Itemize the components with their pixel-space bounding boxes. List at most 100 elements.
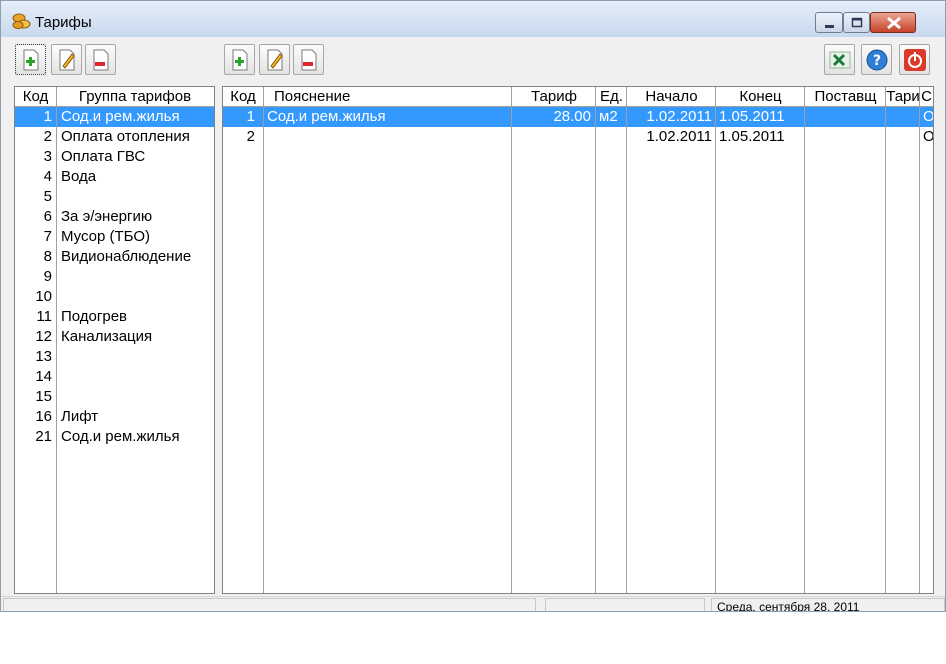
close-button[interactable] [870, 12, 916, 33]
group-code-cell[interactable]: 10 [15, 287, 52, 307]
title-bar[interactable]: Тарифы [1, 1, 945, 37]
tariff-description-cell[interactable]: Сод.и рем.жилья [264, 107, 510, 127]
tariffs-table[interactable]: Код Пояснение Тариф Ед. Начало Конец Пос… [222, 86, 934, 594]
close-icon [887, 16, 901, 30]
window-title: Тарифы [35, 14, 92, 31]
column-header-extra[interactable]: С [920, 87, 933, 107]
tariff-extra-cell[interactable]: О [920, 127, 933, 147]
coins-icon [12, 13, 31, 30]
column-header-start[interactable]: Начало [627, 87, 716, 107]
help-button[interactable]: ? [861, 44, 892, 75]
column-header-tariff[interactable]: Тариф [512, 87, 596, 107]
group-code-cell[interactable]: 2 [15, 127, 52, 147]
tariff-start-cell[interactable]: 1.02.2011 [627, 107, 712, 127]
group-code-cell[interactable]: 12 [15, 327, 52, 347]
status-panel [3, 598, 536, 611]
tariff-description-cell[interactable] [264, 127, 510, 147]
group-name-cell[interactable]: Сод.и рем.жилья [58, 427, 214, 447]
column-header-supplier[interactable]: Поставщ [805, 87, 886, 107]
column-header-code[interactable]: Код [15, 87, 56, 107]
group-name-cell[interactable] [58, 347, 214, 367]
group-name-cell[interactable]: Канализация [58, 327, 214, 347]
tariff-supplier-cell[interactable] [805, 127, 885, 147]
status-bar: Среда, сентября 28, 2011 [1, 596, 945, 611]
group-code-cell[interactable]: 9 [15, 267, 52, 287]
group-name-cell[interactable] [58, 287, 214, 307]
group-name-cell[interactable]: Видионаблюдение [58, 247, 214, 267]
edit-tariff-button[interactable] [259, 44, 290, 75]
add-tariff-button[interactable] [224, 44, 255, 75]
group-code-cell[interactable]: 5 [15, 187, 52, 207]
edit-group-button[interactable] [51, 44, 82, 75]
group-name-cell[interactable]: Вода [58, 167, 214, 187]
group-name-cell[interactable] [58, 267, 214, 287]
groups-table[interactable]: Код Группа тарифов 1 Сод.и рем.жилья 2 Опла… [14, 86, 215, 594]
maximize-icon [851, 17, 863, 28]
tariff-code-cell[interactable]: 1 [223, 107, 255, 127]
tariff-type-cell[interactable] [886, 127, 919, 147]
group-name-cell[interactable]: Подогрев [58, 307, 214, 327]
maximize-button[interactable] [843, 12, 870, 33]
group-code-cell[interactable]: 16 [15, 407, 52, 427]
tariff-end-cell[interactable]: 1.05.2011 [716, 107, 798, 127]
tariff-start-cell[interactable]: 1.02.2011 [627, 127, 712, 147]
svg-text:?: ? [873, 53, 881, 69]
group-code-cell[interactable]: 8 [15, 247, 52, 267]
column-divider [595, 87, 596, 593]
power-icon [904, 49, 926, 71]
group-name-cell[interactable]: За э/энергию [58, 207, 214, 227]
column-divider [885, 87, 886, 593]
group-code-cell[interactable]: 14 [15, 367, 52, 387]
minimize-button[interactable] [815, 12, 843, 33]
add-document-icon [232, 49, 248, 71]
tariffs-window: Тарифы ? Код Группа тарифов 1 Сод.и рем.… [0, 0, 946, 612]
tariff-type-cell[interactable] [886, 107, 919, 127]
exit-button[interactable] [899, 44, 930, 75]
group-code-cell[interactable]: 21 [15, 427, 52, 447]
tariff-code-cell[interactable]: 2 [223, 127, 255, 147]
delete-tariff-button[interactable] [293, 44, 324, 75]
group-code-cell[interactable]: 15 [15, 387, 52, 407]
minimize-icon [825, 25, 834, 28]
group-code-cell[interactable]: 6 [15, 207, 52, 227]
column-header-description[interactable]: Пояснение [263, 87, 511, 107]
tariff-end-cell[interactable]: 1.05.2011 [716, 127, 798, 147]
group-code-cell[interactable]: 11 [15, 307, 52, 327]
group-name-cell[interactable]: Сод.и рем.жилья [58, 107, 214, 127]
group-name-cell[interactable] [58, 387, 214, 407]
column-header-group[interactable]: Группа тарифов [56, 87, 214, 107]
column-header-tariff2[interactable]: Тари [886, 87, 920, 107]
tariff-value-cell[interactable] [512, 127, 591, 147]
help-icon: ? [866, 49, 888, 71]
column-header-unit[interactable]: Ед. [596, 87, 627, 107]
column-divider [511, 87, 512, 593]
column-header-code[interactable]: Код [223, 87, 263, 107]
tariff-supplier-cell[interactable] [805, 107, 885, 127]
delete-group-button[interactable] [85, 44, 116, 75]
export-excel-button[interactable] [824, 44, 855, 75]
column-divider [626, 87, 627, 593]
group-name-cell[interactable] [58, 187, 214, 207]
group-code-cell[interactable]: 13 [15, 347, 52, 367]
group-name-cell[interactable]: Оплата ГВС [58, 147, 214, 167]
column-divider [919, 87, 920, 593]
column-header-end[interactable]: Конец [716, 87, 805, 107]
group-code-cell[interactable]: 4 [15, 167, 52, 187]
tariff-unit-cell[interactable] [596, 127, 626, 147]
tariff-unit-cell[interactable]: м2 [596, 107, 626, 127]
column-divider [263, 87, 264, 593]
group-code-cell[interactable]: 1 [15, 107, 52, 127]
tariff-extra-cell[interactable]: О [920, 107, 933, 127]
add-document-icon [23, 49, 39, 71]
add-group-button[interactable] [15, 44, 46, 75]
group-code-cell[interactable]: 3 [15, 147, 52, 167]
group-name-cell[interactable]: Лифт [58, 407, 214, 427]
edit-pencil-icon [59, 49, 75, 71]
group-code-cell[interactable]: 7 [15, 227, 52, 247]
group-name-cell[interactable]: Оплата отопления [58, 127, 214, 147]
tariff-value-cell[interactable]: 28.00 [512, 107, 591, 127]
group-name-cell[interactable]: Мусор (ТБО) [58, 227, 214, 247]
column-divider [804, 87, 805, 593]
group-name-cell[interactable] [58, 367, 214, 387]
delete-document-icon [93, 49, 109, 71]
